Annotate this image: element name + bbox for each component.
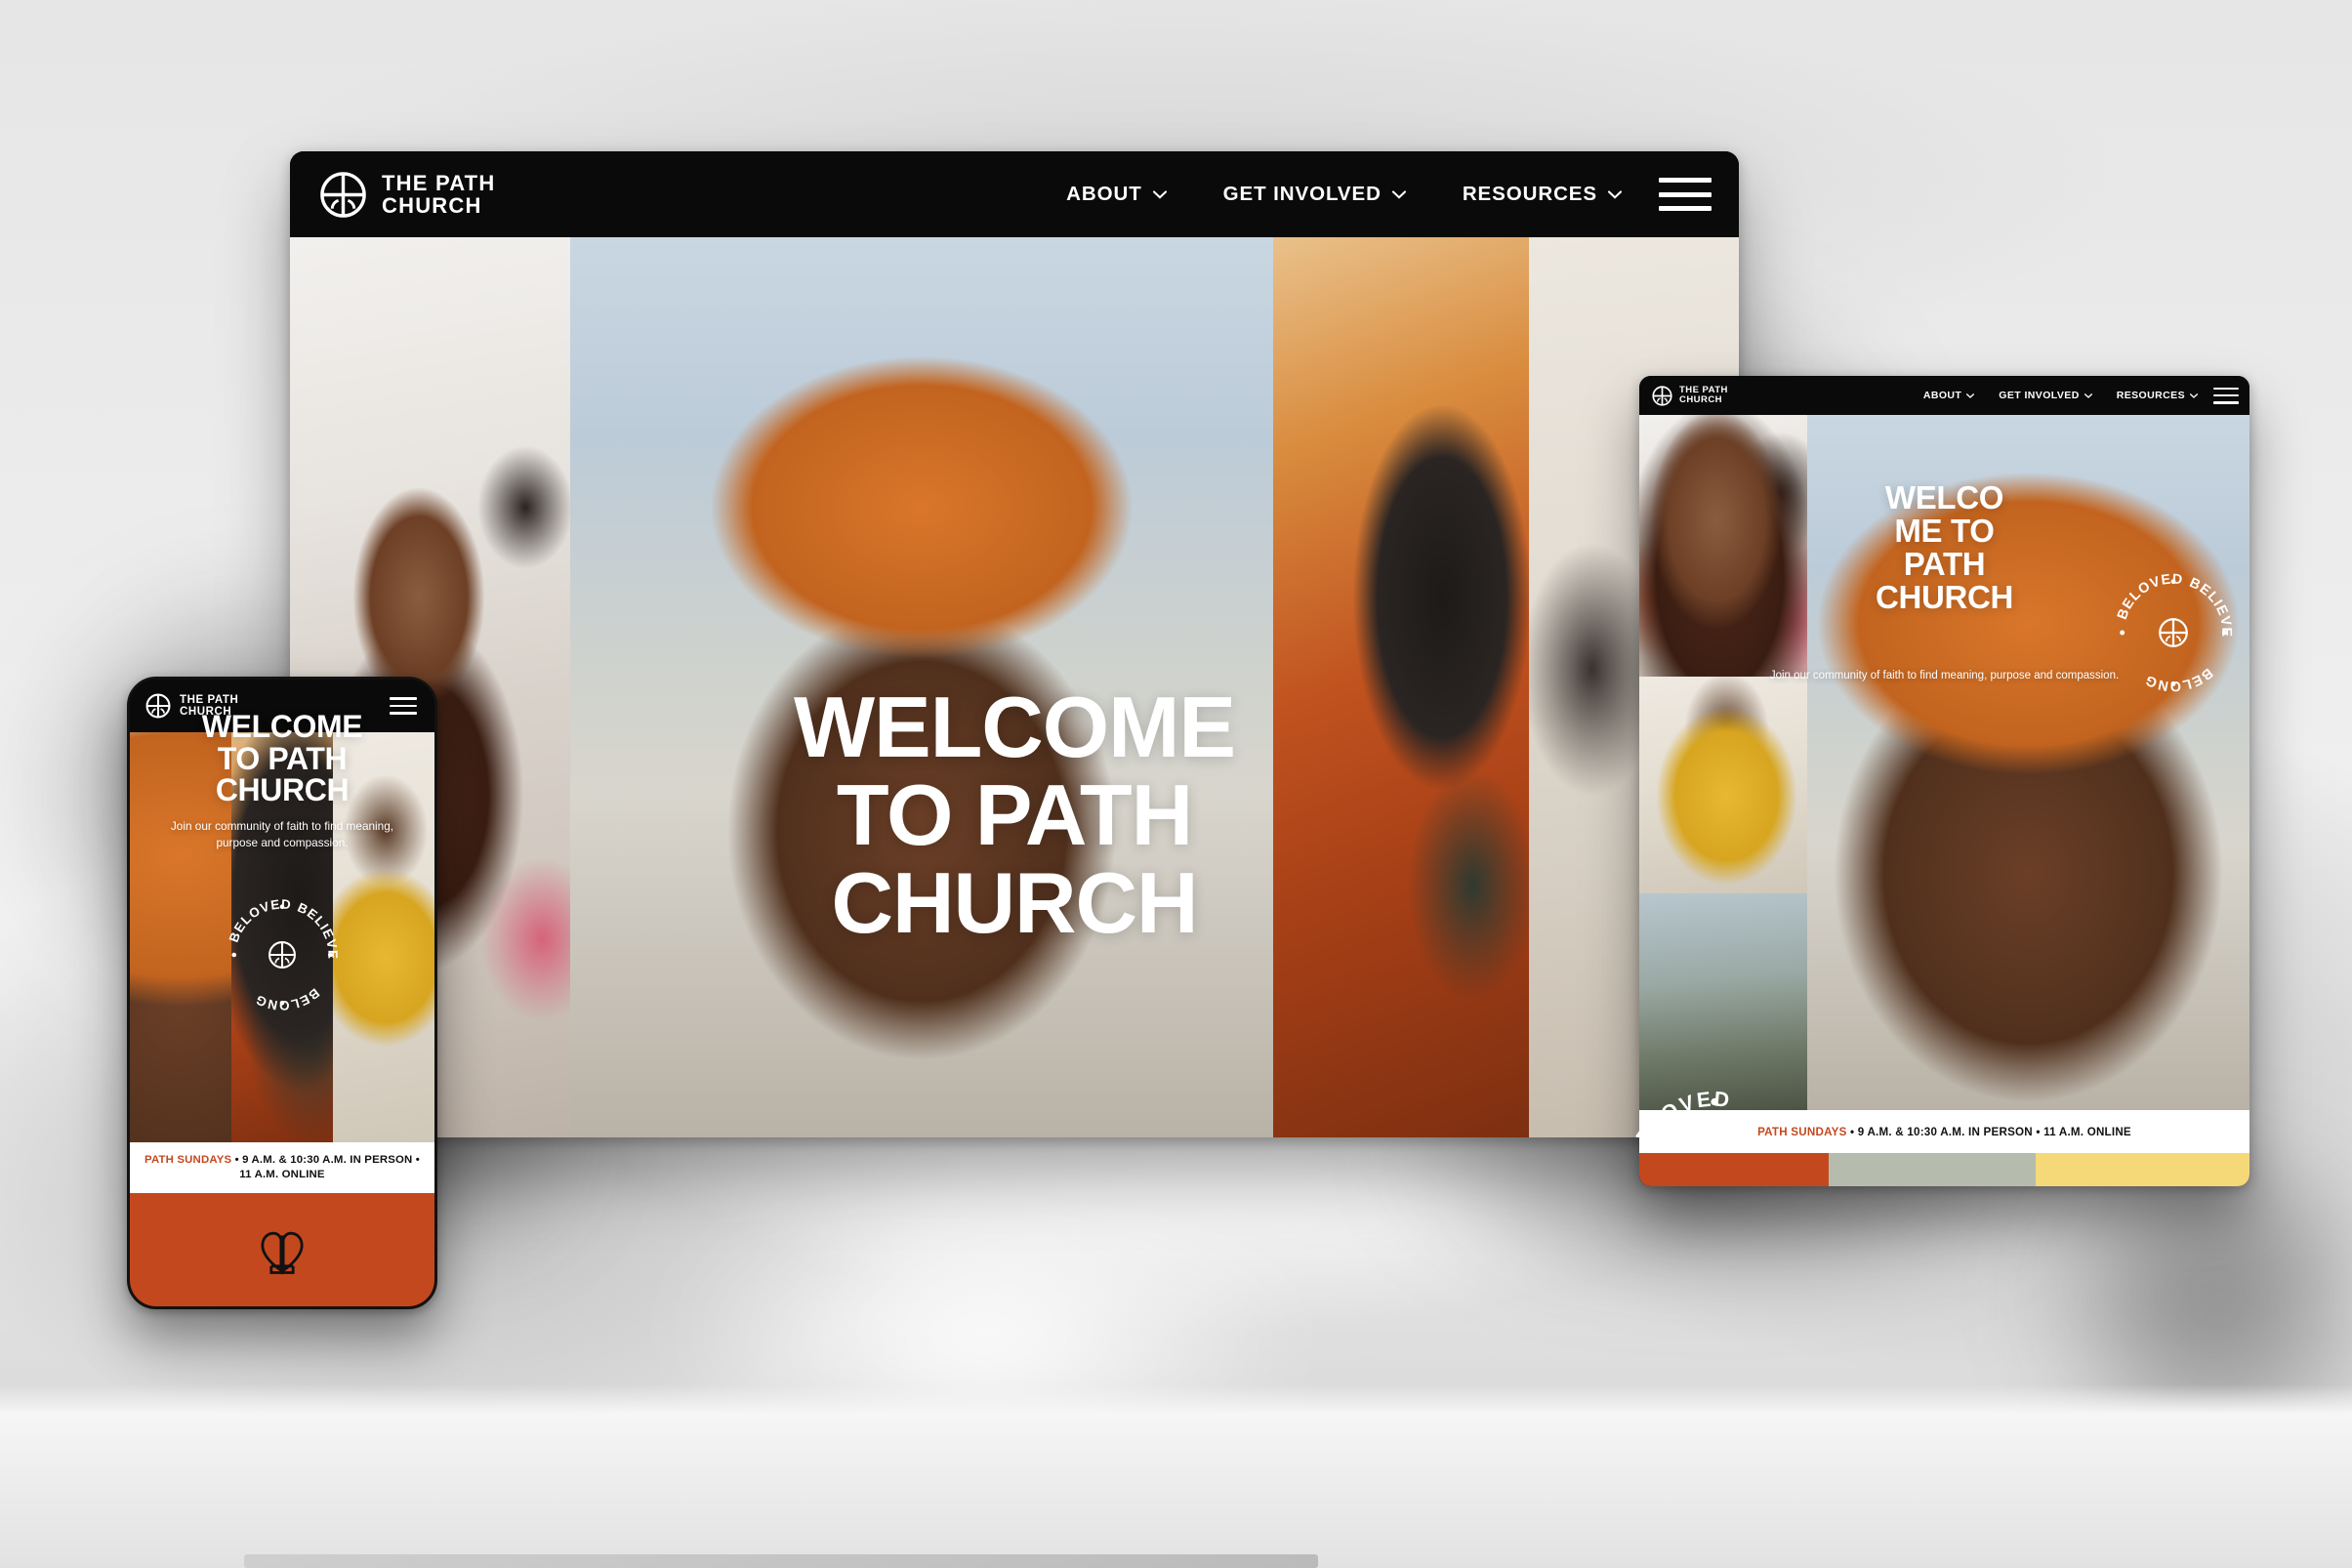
chevron-down-icon — [1966, 392, 1975, 398]
service-times-accent: PATH SUNDAYS — [1757, 1125, 1847, 1138]
site-logo[interactable]: THE PATH CHURCH — [1652, 385, 1728, 406]
desktop-navbar: THE PATH CHURCH ABOUT GET INVOLVED RESOU… — [290, 151, 1739, 237]
tablet-primary-nav: ABOUT GET INVOLVED RESOURCES — [1923, 390, 2198, 401]
nav-item-get-involved[interactable]: GET INVOLVED — [1223, 183, 1406, 206]
chevron-down-icon — [1391, 189, 1406, 199]
beloved-believe-belong-badge: BELOVED BELIEVE BELONG — [1623, 1087, 1739, 1137]
chevron-down-icon — [1152, 189, 1167, 199]
badge-word-beloved: BELOVED — [227, 896, 293, 944]
badge-center-logo-icon — [268, 941, 296, 969]
badge-word-believe: BELIEVE — [1737, 1093, 1739, 1137]
site-logo[interactable]: THE PATH CHURCH — [319, 171, 495, 219]
badge-word-beloved: BELOVED — [2115, 571, 2184, 621]
nav-item-label: RESOURCES — [1462, 183, 1597, 205]
hamburger-menu-icon[interactable] — [1659, 178, 1712, 211]
surface-edge — [244, 1554, 1318, 1568]
service-times-accent: PATH SUNDAYS — [144, 1153, 232, 1166]
nav-item-label: GET INVOLVED — [1999, 390, 2080, 401]
mobile-hero-headline: WELCOME TO PATH CHURCH — [130, 711, 434, 806]
headline-line-3: CHURCH — [831, 853, 1199, 951]
logo-line-1: THE PATH — [382, 170, 496, 195]
chevron-down-icon — [1608, 189, 1622, 199]
headline-line-1: WELCOME — [793, 679, 1236, 775]
mobile-service-times-bar: PATH SUNDAYS • 9 A.M. & 10:30 A.M. IN PE… — [130, 1142, 434, 1193]
badge-word-believe: BELIEVE — [2187, 575, 2234, 638]
desktop-primary-nav: ABOUT GET INVOLVED RESOURCES — [1066, 183, 1622, 206]
bottom-surface — [0, 1384, 2352, 1568]
svg-text:BELIEVE: BELIEVE — [1737, 1093, 1739, 1137]
badge-word-belong: BELONG — [253, 985, 322, 1012]
svg-text:BELOVED: BELOVED — [227, 896, 293, 944]
headline-line-3: CHURCH — [215, 772, 350, 808]
path-church-cross-circle-logo-icon — [320, 171, 366, 218]
service-times-text: PATH SUNDAYS • 9 A.M. & 10:30 A.M. IN PE… — [1757, 1126, 2131, 1138]
svg-text:BELOVED: BELOVED — [2115, 571, 2184, 621]
chevron-down-icon — [2084, 392, 2092, 398]
service-times-detail: • 9 A.M. & 10:30 A.M. IN PERSON • 11 A.M… — [1846, 1125, 2131, 1138]
headline-line-2: ME TO — [1894, 512, 1995, 549]
chevron-down-icon — [2190, 392, 2198, 398]
svg-text:BELOVED: BELOVED — [1623, 1087, 1732, 1137]
path-church-cross-circle-logo-icon — [1652, 385, 1672, 406]
nav-item-label: RESOURCES — [2116, 390, 2185, 401]
nav-item-get-involved[interactable]: GET INVOLVED — [1999, 390, 2092, 401]
mobile-footer-panel — [130, 1193, 434, 1306]
color-swatch-orange — [1639, 1153, 1829, 1186]
logo-line-2: CHURCH — [1679, 394, 1723, 405]
color-swatch-sage — [1828, 1153, 2037, 1186]
desktop-mockup: THE PATH CHURCH ABOUT GET INVOLVED RESOU… — [290, 151, 1739, 1137]
color-swatch-yellow — [2036, 1153, 2249, 1186]
nav-item-resources[interactable]: RESOURCES — [2117, 390, 2198, 401]
beloved-believe-belong-badge: BELOVED BELIEVE BELONG — [227, 896, 340, 1012]
desktop-hero-headline: WELCOME TO PATH CHURCH — [290, 683, 1739, 946]
badge-word-belong: BELONG — [2142, 665, 2215, 694]
badge-word-believe: BELIEVE — [295, 900, 340, 960]
logo-line-2: CHURCH — [382, 193, 482, 218]
logo-line-1: THE PATH — [180, 693, 239, 706]
badge-center-logo-icon — [2159, 618, 2188, 647]
svg-text:BELIEVE: BELIEVE — [2187, 575, 2234, 638]
nav-item-label: ABOUT — [1922, 390, 1962, 401]
hamburger-menu-icon[interactable] — [2213, 387, 2239, 404]
tablet-navbar: THE PATH CHURCH ABOUT GET INVOLVED RESOU… — [1639, 376, 2249, 415]
service-times-detail: • 9 A.M. & 10:30 A.M. IN PERSON • 11 A.M… — [231, 1153, 420, 1180]
beloved-believe-belong-badge: BELOVED BELIEVE BELONG — [2115, 571, 2234, 694]
site-logo-wordmark: THE PATH CHURCH — [1679, 385, 1728, 406]
headline-line-1: WELCO — [1884, 479, 2004, 516]
nav-item-label: ABOUT — [1066, 183, 1142, 205]
svg-text:BELIEVE: BELIEVE — [295, 900, 340, 960]
mobile-hero-subtitle: Join our community of faith to find mean… — [170, 819, 394, 849]
badge-word-beloved: BELOVED — [1623, 1087, 1730, 1137]
mobile-mockup: THE PATH CHURCH WELCOME TO PATH CHURCH J… — [127, 677, 437, 1309]
nav-item-label: GET INVOLVED — [1222, 183, 1382, 205]
svg-text:BELONG: BELONG — [253, 985, 322, 1012]
headline-line-2: TO PATH — [836, 765, 1193, 863]
site-logo-wordmark: THE PATH CHURCH — [382, 170, 496, 218]
brand-color-strip — [1639, 1153, 2249, 1186]
nav-item-about[interactable]: ABOUT — [1922, 390, 1975, 401]
service-times-text: PATH SUNDAYS • 9 A.M. & 10:30 A.M. IN PE… — [142, 1153, 423, 1183]
nav-item-about[interactable]: ABOUT — [1066, 183, 1167, 206]
nav-item-resources[interactable]: RESOURCES — [1463, 183, 1622, 206]
headline-line-2: TO PATH — [217, 740, 348, 776]
headline-line-1: WELCOME — [201, 709, 363, 744]
svg-text:BELONG: BELONG — [2142, 665, 2215, 694]
two-hearts-icon — [261, 1231, 304, 1275]
